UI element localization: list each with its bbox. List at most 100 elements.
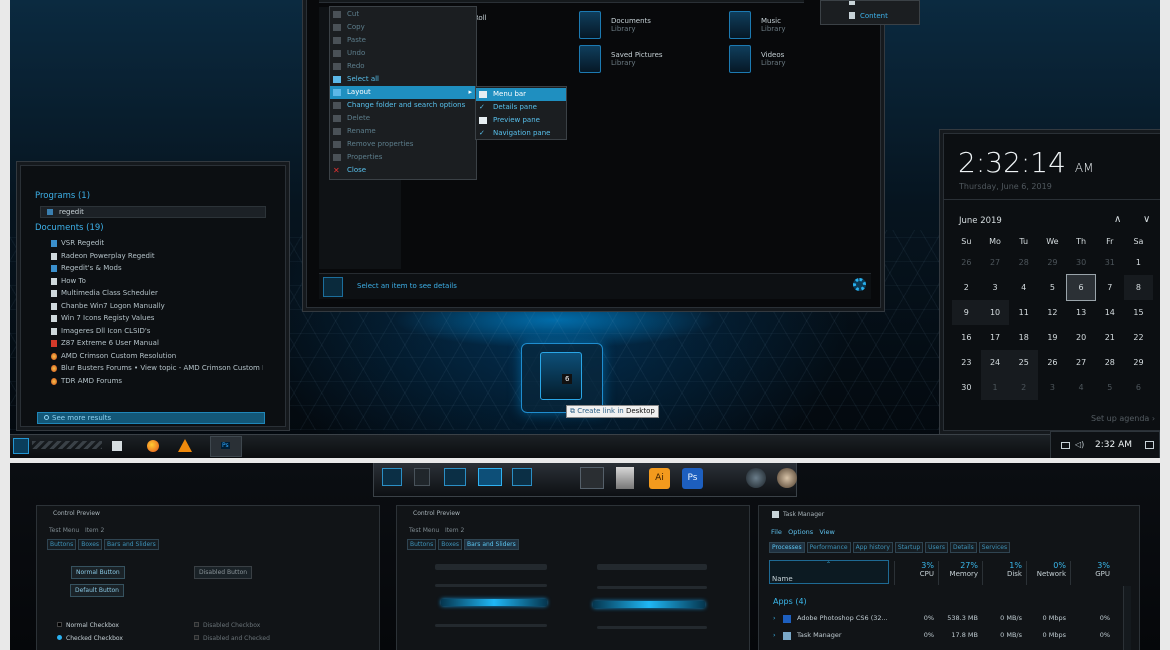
calendar-day[interactable]: 23 — [952, 350, 981, 375]
calendar-day[interactable]: 3 — [1038, 375, 1067, 400]
calendar-day[interactable]: 17 — [981, 325, 1010, 350]
tab-buttons[interactable]: Buttons — [407, 539, 437, 550]
network-icon[interactable] — [1061, 442, 1070, 449]
context-menu-item[interactable]: Remove properties — [330, 138, 476, 151]
calendar-day[interactable]: 30 — [952, 375, 981, 400]
context-menu-item[interactable]: Redo — [330, 60, 476, 73]
menu-options[interactable]: Options — [788, 528, 813, 536]
calendar-day[interactable]: 10 — [980, 300, 1010, 325]
calendar-day[interactable]: 5 — [1038, 275, 1067, 300]
document-result-item[interactable]: TDR AMD Forums — [35, 375, 263, 388]
calendar-day[interactable]: 1 — [980, 375, 1010, 400]
calendar-day[interactable]: 2 — [1009, 375, 1039, 400]
calendar-day[interactable]: 4 — [1009, 275, 1038, 300]
slider-track[interactable] — [597, 586, 707, 589]
dock-item-avatar[interactable] — [777, 468, 797, 488]
calendar-day[interactable]: 18 — [1009, 325, 1038, 350]
dock-item-settings[interactable] — [512, 468, 532, 486]
slider-track[interactable] — [597, 626, 707, 629]
context-menu-item[interactable]: Rename — [330, 125, 476, 138]
column-header-memory[interactable]: 27% Memory — [938, 561, 978, 585]
tab-startup[interactable]: Startup — [894, 542, 924, 553]
tab-services[interactable]: Services — [978, 542, 1011, 553]
calendar-day[interactable]: 4 — [1067, 375, 1096, 400]
calendar-day[interactable]: 24 — [980, 350, 1010, 375]
tab-boxes[interactable]: Boxes — [438, 539, 463, 550]
context-menu-item[interactable]: ✕ Close — [330, 164, 476, 177]
document-result-item[interactable]: Win 7 Icons Registy Values — [35, 312, 263, 325]
library-music[interactable]: Music Library — [729, 11, 785, 39]
firefox-icon[interactable] — [147, 440, 159, 452]
context-menu-item[interactable]: Select all — [330, 73, 476, 86]
calendar-day[interactable]: 5 — [1095, 375, 1124, 400]
calendar-day[interactable]: 26 — [952, 250, 981, 275]
tab-performance[interactable]: Performance — [806, 542, 851, 553]
tab-details[interactable]: Details — [949, 542, 977, 553]
context-menu-item[interactable]: Change folder and search options — [330, 99, 476, 112]
calendar-day[interactable]: 6 — [1124, 375, 1153, 400]
calendar-day[interactable]: 25 — [1009, 350, 1039, 375]
tab-buttons[interactable]: Buttons — [47, 539, 77, 550]
document-result-item[interactable]: Chanbe Win7 Logon Manually — [35, 300, 263, 313]
calendar-day[interactable]: 8 — [1124, 275, 1153, 300]
calendar-day[interactable]: 16 — [952, 325, 981, 350]
calendar-day-today[interactable]: 6 — [1065, 274, 1097, 301]
settings-gear-icon[interactable] — [853, 278, 866, 291]
store-icon[interactable] — [112, 441, 122, 451]
calendar-day[interactable]: 30 — [1067, 250, 1096, 275]
normal-button[interactable]: Normal Button — [71, 566, 125, 579]
document-result-item[interactable]: How To — [35, 275, 263, 288]
calendar-day[interactable]: 22 — [1124, 325, 1153, 350]
tab-bars-and-sliders[interactable]: Bars and Sliders — [464, 539, 519, 550]
menu-item-2[interactable]: Item 2 — [445, 527, 464, 534]
dock-item-controlpanel[interactable] — [478, 468, 502, 486]
context-menu-item[interactable]: Paste — [330, 34, 476, 47]
table-row[interactable]: › Adobe Photoshop CS6 (32... 0% 538.3 MB 0 M… — [769, 612, 1119, 626]
menu-item-2[interactable]: Item 2 — [85, 527, 104, 534]
calendar-day[interactable]: 26 — [1038, 350, 1067, 375]
slider-track[interactable] — [435, 584, 547, 587]
start-button[interactable] — [13, 438, 29, 454]
tab-users[interactable]: Users — [925, 542, 948, 553]
tab-boxes[interactable]: Boxes — [78, 539, 103, 550]
library-saved-pictures[interactable]: Saved Pictures Library — [579, 45, 663, 73]
calendar-day[interactable]: 28 — [1095, 350, 1124, 375]
menu-view[interactable]: View — [819, 528, 834, 536]
dock-item-recycle[interactable] — [414, 468, 430, 486]
dock-item-paint[interactable] — [616, 467, 634, 489]
calendar-day[interactable]: 7 — [1095, 275, 1124, 300]
calendar-day[interactable]: 28 — [1009, 250, 1038, 275]
tab-app-history[interactable]: App history — [852, 542, 893, 553]
document-result-item[interactable]: Regedit's & Mods — [35, 262, 263, 275]
calendar-day[interactable]: 27 — [981, 250, 1010, 275]
document-result-item[interactable]: Radeon Powerplay Regedit — [35, 250, 263, 263]
layout-submenu-item[interactable]: ✓ Navigation pane — [476, 127, 566, 140]
default-button[interactable]: Default Button — [70, 584, 124, 597]
calendar-day[interactable]: 1 — [1124, 250, 1153, 275]
layout-submenu-item[interactable]: Menu bar — [476, 88, 566, 101]
calendar-month[interactable]: June 2019 — [959, 216, 1002, 226]
notifications-icon[interactable] — [1145, 441, 1154, 449]
context-menu-item[interactable]: Cut — [330, 8, 476, 21]
ribbon-item-content[interactable]: Content — [860, 12, 888, 20]
column-header-cpu[interactable]: 3% CPU — [894, 561, 934, 585]
dock-item-game[interactable] — [746, 468, 766, 488]
menu-test[interactable]: Test Menu — [49, 527, 79, 534]
photoshop-taskbar-button[interactable]: Ps — [210, 436, 242, 457]
calendar-day[interactable]: 29 — [1124, 350, 1153, 375]
layout-submenu-item[interactable]: Preview pane — [476, 114, 566, 127]
vlc-icon[interactable] — [178, 439, 192, 452]
document-result-item[interactable]: Z87 Extreme 6 User Manual — [35, 337, 263, 350]
search-program-result[interactable]: regedit — [40, 206, 266, 218]
document-result-item[interactable]: VSR Regedit — [35, 237, 263, 250]
calendar-day[interactable]: 12 — [1038, 300, 1067, 325]
photoshop-icon[interactable]: Ps — [682, 468, 703, 489]
expand-chevron-icon[interactable]: › — [773, 631, 776, 639]
library-videos[interactable]: Videos Library — [729, 45, 785, 73]
calendar-prev-chevron-icon[interactable]: ∧ — [1114, 214, 1121, 225]
slider-track[interactable] — [597, 564, 707, 570]
calendar-day[interactable]: 15 — [1124, 300, 1153, 325]
dock-item-sketch[interactable] — [580, 467, 604, 489]
dock-item-monitor[interactable] — [382, 468, 402, 486]
column-header-network[interactable]: 0% Network — [1026, 561, 1066, 585]
